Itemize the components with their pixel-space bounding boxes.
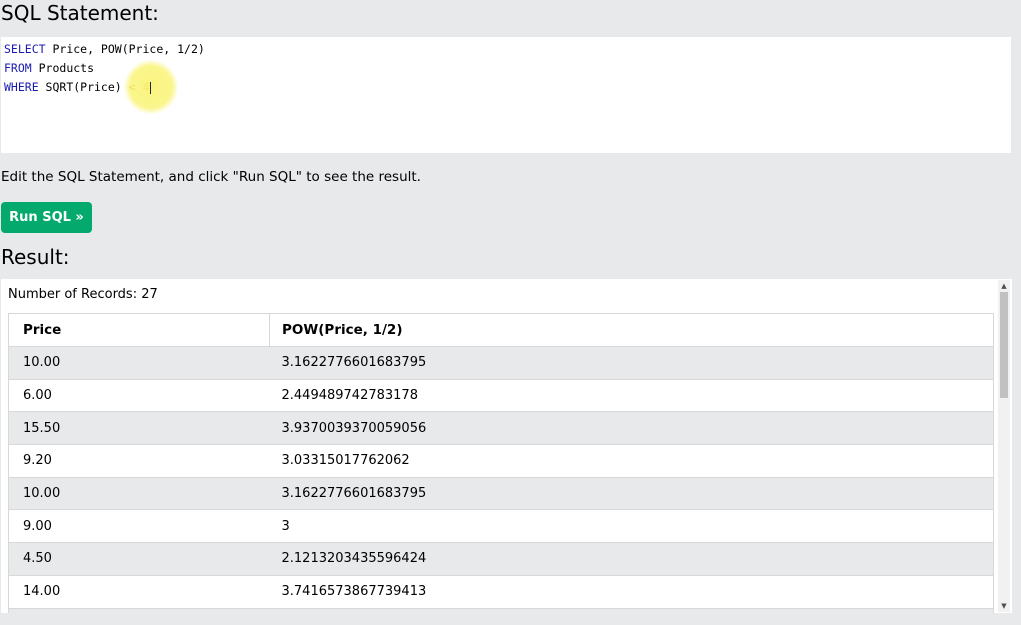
table-row: 10.00 3.1622776601683795 [8, 476, 994, 511]
result-panel: Number of Records: 27 Price POW(Price, 1… [1, 279, 1012, 613]
results-table: Price POW(Price, 1/2) 10.00 3.16227766016… [8, 313, 994, 613]
cell-pow: 3.1622776601683795 [269, 476, 994, 511]
table-row [8, 607, 994, 613]
table-row: 15.50 3.9370039370059056 [8, 411, 994, 446]
sql-editor[interactable]: SELECT Price, POW(Price, 1/2) FROM Produ… [1, 37, 1011, 153]
cell-pow: 3.03315017762062 [269, 444, 994, 478]
cell-pow: 3 [269, 509, 994, 544]
cell-price [8, 607, 270, 613]
scroll-thumb[interactable] [1000, 292, 1008, 398]
cell-pow: 2.449489742783178 [269, 378, 994, 413]
cell-price: 15.50 [8, 411, 270, 446]
column-header-price: Price [8, 313, 270, 347]
cell-price: 10.00 [8, 346, 270, 380]
cell-pow: 2.1213203435596424 [269, 542, 994, 576]
cell-price: 4.50 [8, 542, 270, 576]
table-header-row: Price POW(Price, 1/2) [8, 313, 994, 347]
table-row: 6.00 2.449489742783178 [8, 378, 994, 413]
sql-line-2: FROM Products [4, 59, 1008, 78]
cell-pow: 3.1622776601683795 [269, 346, 994, 380]
run-sql-button[interactable]: Run SQL » [1, 202, 92, 233]
result-heading: Result: [1, 245, 70, 269]
text-cursor-icon [150, 82, 151, 94]
sql-text: SQRT(Price) [38, 80, 129, 94]
cell-price: 10.00 [8, 476, 270, 511]
result-scrollbar[interactable]: ▲ ▼ [998, 280, 1010, 612]
column-header-pow: POW(Price, 1/2) [269, 313, 994, 347]
table-row: 10.00 3.1622776601683795 [8, 346, 994, 380]
sql-line-3: WHERE SQRT(Price) < 4 [4, 78, 1008, 97]
cell-price: 9.00 [8, 509, 270, 544]
table-row: 4.50 2.1213203435596424 [8, 542, 994, 576]
scroll-up-arrow-icon[interactable]: ▲ [998, 280, 1010, 292]
sql-statement-heading: SQL Statement: [1, 1, 159, 25]
cell-price: 9.20 [8, 444, 270, 478]
sql-text: Price, POW(Price, 1/2) [45, 42, 205, 56]
sql-keyword: FROM [4, 61, 32, 75]
cell-pow [269, 607, 994, 613]
sql-keyword: WHERE [4, 80, 39, 94]
sql-text: Products [31, 61, 95, 75]
cell-price: 14.00 [8, 574, 270, 609]
cell-price: 6.00 [8, 378, 270, 413]
page: SQL Statement: SELECT Price, POW(Price, … [0, 0, 1021, 625]
cell-pow: 3.9370039370059056 [269, 411, 994, 446]
sql-line-1: SELECT Price, POW(Price, 1/2) [4, 40, 1008, 59]
instructions-text: Edit the SQL Statement, and click "Run S… [1, 169, 421, 185]
sql-keyword: SELECT [4, 42, 46, 56]
table-row: 9.00 3 [8, 509, 994, 544]
sql-operator: < 4 [128, 80, 150, 94]
table-row: 9.20 3.03315017762062 [8, 444, 994, 478]
table-row: 14.00 3.7416573867739413 [8, 574, 994, 609]
scroll-down-arrow-icon[interactable]: ▼ [998, 600, 1010, 612]
record-count: Number of Records: 27 [8, 287, 158, 302]
cell-pow: 3.7416573867739413 [269, 574, 994, 609]
